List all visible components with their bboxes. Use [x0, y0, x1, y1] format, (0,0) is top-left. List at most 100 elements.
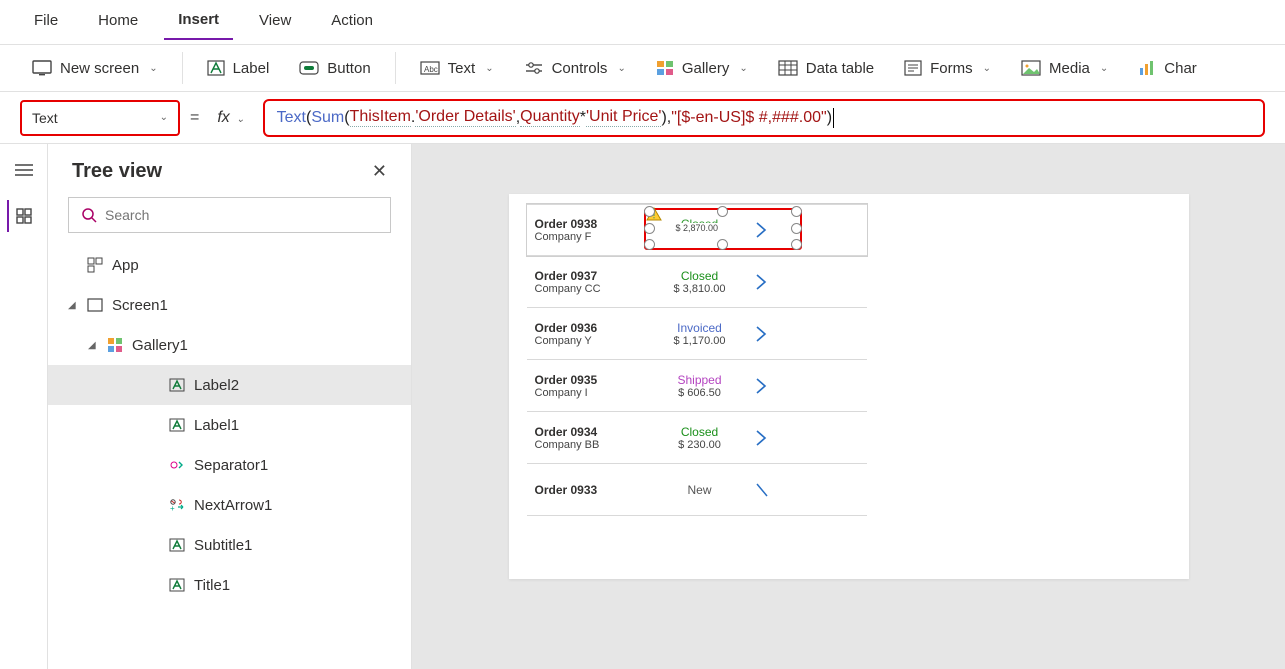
media-label: Media: [1049, 60, 1090, 77]
company-subtitle: Company F: [535, 231, 645, 243]
gallery-preview[interactable]: Order 0938Company FClosed$ 2,870.00$ 2,8…: [527, 204, 867, 516]
tree-node-subtitle1[interactable]: Subtitle1: [48, 525, 411, 565]
gallery-button[interactable]: Gallery ⌄: [644, 54, 760, 83]
tree-node-app[interactable]: App: [48, 245, 411, 285]
controls-button[interactable]: Controls ⌄: [512, 54, 638, 83]
gallery-row[interactable]: Order 0934Company BBClosed$ 230.00: [527, 412, 867, 464]
data-table-button[interactable]: Data table: [766, 54, 886, 83]
tree-label: NextArrow1: [194, 497, 272, 514]
search-input[interactable]: [105, 207, 378, 223]
separator: [395, 52, 396, 84]
next-arrow-icon[interactable]: [755, 273, 825, 291]
separator-icon: [168, 456, 186, 474]
menu-action[interactable]: Action: [317, 4, 387, 39]
label-icon: [168, 576, 186, 594]
status-label: Closed: [645, 425, 755, 439]
fx-button[interactable]: fx ⌄: [209, 105, 252, 131]
text-button[interactable]: Abc Text ⌄: [408, 54, 506, 83]
menu-view[interactable]: View: [245, 4, 305, 39]
resize-handles[interactable]: [649, 211, 797, 245]
gallery-row[interactable]: Order 0937Company CCClosed$ 3,810.00: [527, 256, 867, 308]
text-icon: Abc: [420, 61, 440, 75]
collapse-icon[interactable]: ◢: [68, 300, 78, 311]
tree: App ◢ Screen1 ◢ Gallery1 Label2 Label1: [48, 243, 411, 605]
chevron-down-icon: ⌄: [1100, 63, 1108, 74]
media-button[interactable]: Media ⌄: [1009, 54, 1120, 83]
canvas[interactable]: Order 0938Company FClosed$ 2,870.00$ 2,8…: [412, 144, 1285, 669]
label-icon: [168, 376, 186, 394]
tree-label: Label2: [194, 377, 239, 394]
collapse-icon[interactable]: ◢: [88, 340, 98, 351]
next-arrow-icon[interactable]: [755, 429, 825, 447]
nextarrow-icon: +: [168, 496, 186, 514]
tree-view-icon[interactable]: [7, 200, 39, 232]
gallery-row[interactable]: Order 0938Company FClosed$ 2,870.00$ 2,8…: [527, 204, 867, 256]
menu-file[interactable]: File: [20, 4, 72, 39]
controls-label: Controls: [552, 60, 608, 77]
screen-icon: [32, 60, 52, 76]
chevron-down-icon: ⌄: [739, 63, 747, 74]
gallery-row[interactable]: Order 0933New: [527, 464, 867, 516]
tree-node-title1[interactable]: Title1: [48, 565, 411, 605]
separator: [182, 52, 183, 84]
tree-label: Title1: [194, 577, 230, 594]
tree-label: App: [112, 257, 139, 274]
tree-label: Subtitle1: [194, 537, 252, 554]
forms-button[interactable]: Forms ⌄: [892, 54, 1003, 83]
order-title: Order 0936: [535, 321, 645, 335]
tree-view-panel: Tree view ✕ App ◢ Screen1 ◢ Gallery1: [48, 144, 412, 669]
company-subtitle: Company I: [535, 387, 645, 399]
close-icon[interactable]: ✕: [372, 161, 387, 182]
price-label: $ 3,810.00: [645, 283, 755, 295]
property-selector[interactable]: Text ⌄: [20, 100, 180, 136]
formula-input[interactable]: Text( Sum( ThisItem.'Order Details', Qua…: [263, 99, 1265, 137]
hamburger-icon[interactable]: [8, 154, 40, 186]
price-label: $ 1,170.00: [645, 335, 755, 347]
menu-bar: File Home Insert View Action: [0, 0, 1285, 44]
next-arrow-icon[interactable]: [755, 377, 825, 395]
label-button[interactable]: Label: [195, 54, 282, 83]
button-button[interactable]: Button: [287, 54, 382, 83]
status-label: Closed: [645, 269, 755, 283]
order-title: Order 0935: [535, 373, 645, 387]
next-arrow-icon[interactable]: [755, 325, 825, 343]
chevron-down-icon: ⌄: [160, 112, 168, 123]
app-preview[interactable]: Order 0938Company FClosed$ 2,870.00$ 2,8…: [509, 194, 1189, 579]
chevron-down-icon: ⌄: [617, 63, 625, 74]
data-table-label: Data table: [806, 60, 874, 77]
tree-node-screen1[interactable]: ◢ Screen1: [48, 285, 411, 325]
tree-node-separator1[interactable]: Separator1: [48, 445, 411, 485]
tree-node-gallery1[interactable]: ◢ Gallery1: [48, 325, 411, 365]
gallery-icon: [656, 60, 674, 76]
tree-node-label1[interactable]: Label1: [48, 405, 411, 445]
forms-label: Forms: [930, 60, 973, 77]
equals-sign: =: [190, 109, 199, 127]
menu-home[interactable]: Home: [84, 4, 152, 39]
tree-node-label2[interactable]: Label2: [48, 365, 411, 405]
tree-node-nextarrow1[interactable]: + NextArrow1: [48, 485, 411, 525]
button-label: Button: [327, 60, 370, 77]
tree-label: Gallery1: [132, 337, 188, 354]
svg-text:+: +: [170, 504, 175, 512]
menu-insert[interactable]: Insert: [164, 3, 233, 40]
label-icon: [168, 536, 186, 554]
gallery-row[interactable]: Order 0935Company IShipped$ 606.50: [527, 360, 867, 412]
next-arrow-icon[interactable]: [755, 481, 825, 499]
screen-icon: [86, 296, 104, 314]
app-icon: [86, 256, 104, 274]
chevron-down-icon: ⌄: [149, 63, 157, 74]
selected-price-overlay: $ 2,870.00: [674, 223, 721, 233]
charts-button[interactable]: Char: [1126, 54, 1209, 83]
tree-label: Screen1: [112, 297, 168, 314]
company-subtitle: Company BB: [535, 439, 645, 451]
status-label: Shipped: [645, 373, 755, 387]
forms-icon: [904, 60, 922, 76]
search-box[interactable]: [68, 197, 391, 233]
gallery-row[interactable]: Order 0936Company YInvoiced$ 1,170.00: [527, 308, 867, 360]
label-icon: [168, 416, 186, 434]
button-icon: [299, 61, 319, 75]
new-screen-label: New screen: [60, 60, 139, 77]
panel-title: Tree view: [72, 160, 162, 183]
new-screen-button[interactable]: New screen ⌄: [20, 54, 170, 83]
charts-label: Char: [1164, 60, 1197, 77]
